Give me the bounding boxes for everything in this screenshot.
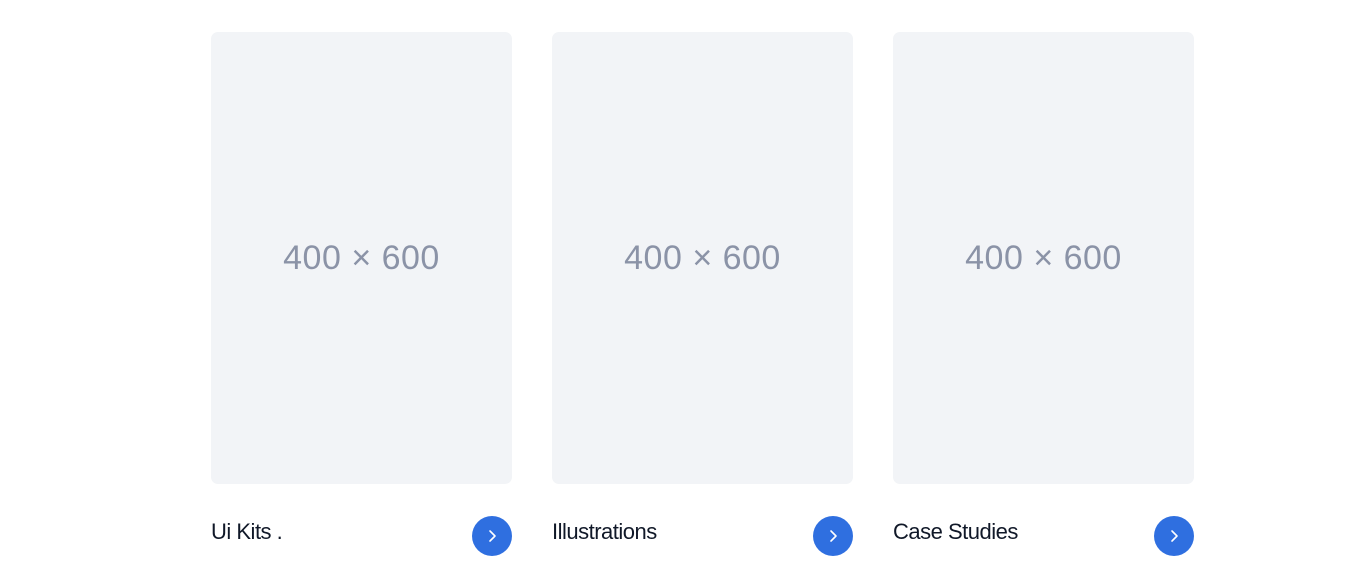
card-thumbnail-placeholder[interactable]: 400 × 600 (893, 32, 1194, 484)
category-card-case-studies: 400 × 600 Case Studies (893, 32, 1194, 556)
chevron-right-icon (489, 530, 496, 542)
open-illustrations-button[interactable] (813, 516, 853, 556)
chevron-right-icon (1171, 530, 1178, 542)
placeholder-dimensions-label: 400 × 600 (965, 238, 1122, 277)
card-footer: Ui Kits . (211, 516, 512, 556)
chevron-right-icon (830, 530, 837, 542)
category-card-ui-kits: 400 × 600 Ui Kits . (211, 32, 512, 556)
open-case-studies-button[interactable] (1154, 516, 1194, 556)
card-title: Case Studies (893, 519, 1018, 544)
placeholder-dimensions-label: 400 × 600 (283, 238, 440, 277)
category-card-illustrations: 400 × 600 Illustrations (552, 32, 853, 556)
card-title: Ui Kits . (211, 519, 283, 544)
card-footer: Case Studies (893, 516, 1194, 556)
card-thumbnail-placeholder[interactable]: 400 × 600 (211, 32, 512, 484)
open-ui-kits-button[interactable] (472, 516, 512, 556)
placeholder-dimensions-label: 400 × 600 (624, 238, 781, 277)
card-footer: Illustrations (552, 516, 853, 556)
category-card-grid: 400 × 600 Ui Kits . 400 × 600 Illustrati… (211, 32, 1194, 556)
card-title: Illustrations (552, 519, 657, 544)
card-thumbnail-placeholder[interactable]: 400 × 600 (552, 32, 853, 484)
